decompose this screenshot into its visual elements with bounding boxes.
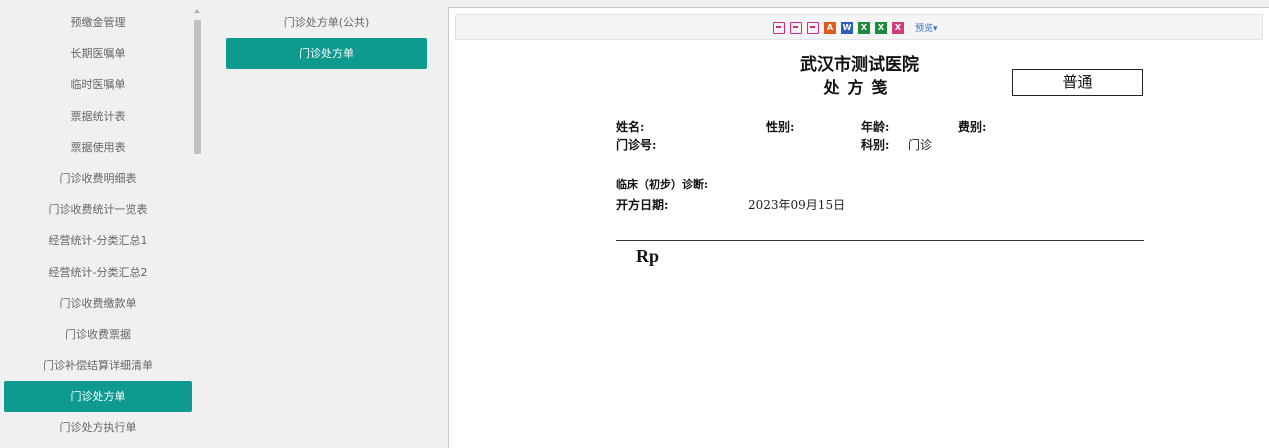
report-nav-list: 预缴金管理 长期医嘱单 临时医嘱单 票据统计表 票据使用表 门诊收费明细表 门诊收费统计一览… bbox=[4, 7, 192, 444]
nav-scrollbar[interactable] bbox=[192, 8, 203, 448]
print-preview-icon[interactable] bbox=[807, 21, 819, 34]
name-label: 姓名: bbox=[616, 120, 645, 134]
pdf-icon[interactable]: A bbox=[824, 21, 836, 34]
nav-item[interactable]: 门诊处方单 bbox=[4, 381, 192, 413]
nav-item[interactable]: 预缴金管理 bbox=[4, 7, 192, 38]
nav-item[interactable]: 门诊收费明细表 bbox=[4, 163, 192, 194]
print-icon[interactable] bbox=[790, 21, 802, 34]
scrollbar-thumb[interactable] bbox=[194, 20, 201, 154]
template-item[interactable]: 门诊处方单 bbox=[226, 38, 427, 69]
prescription-type-box: 普通 bbox=[1012, 69, 1143, 96]
print-design-icon[interactable] bbox=[773, 21, 785, 34]
preview-dropdown[interactable]: 预览▾ bbox=[915, 21, 938, 34]
nav-item[interactable]: 长期医嘱单 bbox=[4, 38, 192, 69]
rp-symbol: Rp bbox=[636, 246, 660, 266]
scroll-up-icon[interactable] bbox=[194, 9, 200, 13]
excel-alt-icon[interactable]: X bbox=[892, 21, 904, 34]
department-label: 科别: bbox=[861, 138, 890, 152]
report-viewer: A W X X X 预览▾ 武汉市测试医院 处方笺 普通 姓名: 性别: 年龄:… bbox=[448, 7, 1269, 448]
nav-item[interactable]: 经营统计-分类汇总2 bbox=[4, 257, 192, 288]
word-icon[interactable]: W bbox=[841, 21, 853, 34]
gender-label: 性别: bbox=[766, 120, 795, 134]
nav-item[interactable]: 经营统计-分类汇总1 bbox=[4, 225, 192, 256]
nav-item[interactable]: 门诊补偿结算详细清单 bbox=[4, 350, 192, 381]
clinic-no-label: 门诊号: bbox=[616, 138, 657, 152]
nav-item[interactable]: 门诊收费缴款单 bbox=[4, 288, 192, 319]
template-list: 门诊处方单(公共) 门诊处方单 bbox=[226, 7, 427, 69]
diagnosis-label: 临床（初步）诊断: bbox=[616, 178, 709, 191]
age-label: 年龄: bbox=[861, 120, 890, 134]
date-value: 2023年09月15日 bbox=[748, 198, 846, 212]
excel-data-icon[interactable]: X bbox=[875, 21, 887, 34]
nav-item[interactable]: 门诊收费票据 bbox=[4, 319, 192, 350]
excel-icon[interactable]: X bbox=[858, 21, 870, 34]
toolbar-icons: A W X X X 预览▾ bbox=[773, 21, 938, 34]
document-title: 处方笺 bbox=[823, 78, 896, 97]
nav-item[interactable]: 门诊收费统计一览表 bbox=[4, 194, 192, 225]
date-label: 开方日期: bbox=[616, 198, 669, 212]
divider-line bbox=[616, 240, 1144, 241]
report-nav: 预缴金管理 长期医嘱单 临时医嘱单 票据统计表 票据使用表 门诊收费明细表 门诊收费统计一览… bbox=[0, 0, 205, 448]
fee-type-label: 费别: bbox=[958, 120, 987, 134]
app-root: 预缴金管理 长期医嘱单 临时医嘱单 票据统计表 票据使用表 门诊收费明细表 门诊收费统计一览… bbox=[0, 0, 1269, 448]
nav-item[interactable]: 临时医嘱单 bbox=[4, 69, 192, 100]
hospital-name: 武汉市测试医院 bbox=[800, 55, 919, 75]
template-item[interactable]: 门诊处方单(公共) bbox=[226, 7, 427, 38]
nav-item[interactable]: 票据使用表 bbox=[4, 132, 192, 163]
nav-item[interactable]: 门诊处方执行单 bbox=[4, 412, 192, 443]
nav-item[interactable]: 票据统计表 bbox=[4, 101, 192, 132]
department-value: 门诊 bbox=[908, 138, 933, 152]
report-toolbar: A W X X X 预览▾ bbox=[455, 14, 1263, 40]
